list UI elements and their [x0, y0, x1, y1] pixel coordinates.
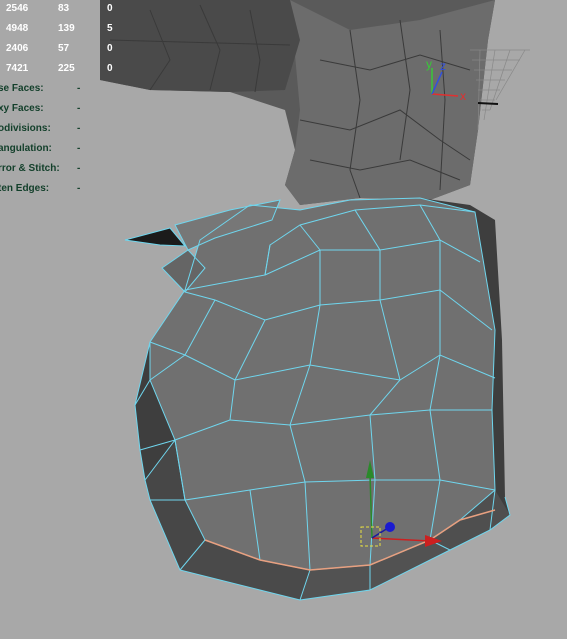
poly-count-hud: 2546 83 0 4948 139 5 2406 57 0 7421 225 … [0, 3, 113, 194]
axis-y-label: y [426, 57, 432, 71]
axis-x-label: x [460, 89, 466, 103]
selected-mesh[interactable] [124, 197, 511, 601]
move-z-handle-icon[interactable] [385, 522, 395, 532]
axis-z-label: z [440, 59, 446, 73]
